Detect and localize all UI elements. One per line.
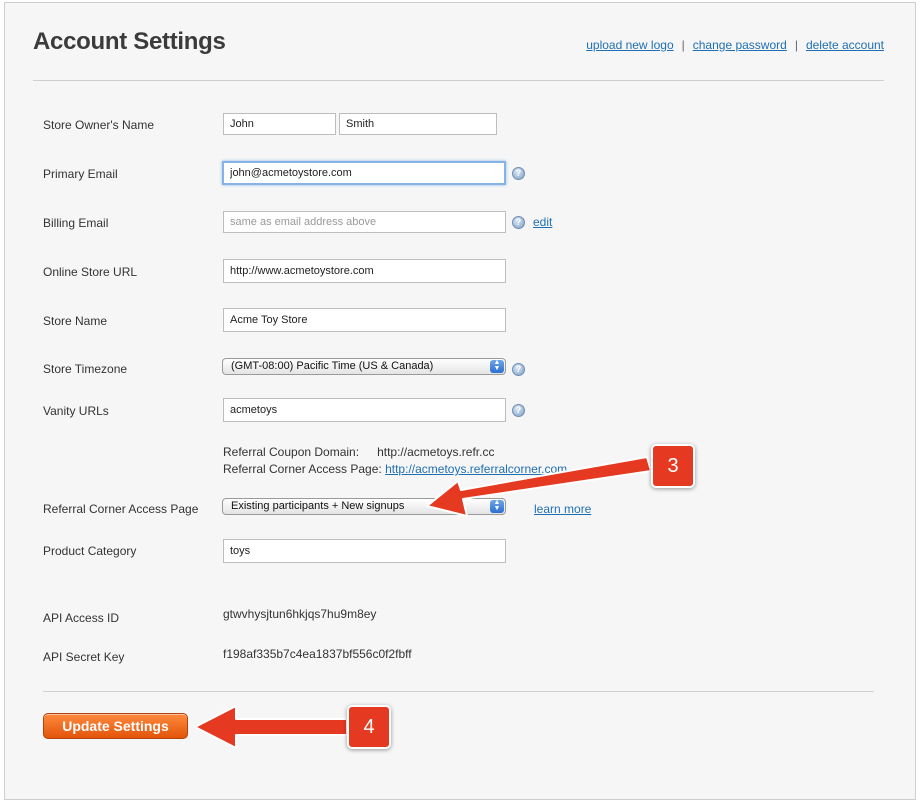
arrow-to-select <box>426 456 652 517</box>
annotation-arrows <box>194 456 652 749</box>
step-3-badge: 3 <box>651 444 695 488</box>
arrow-to-button <box>194 705 348 749</box>
step-4-badge: 4 <box>347 705 391 749</box>
